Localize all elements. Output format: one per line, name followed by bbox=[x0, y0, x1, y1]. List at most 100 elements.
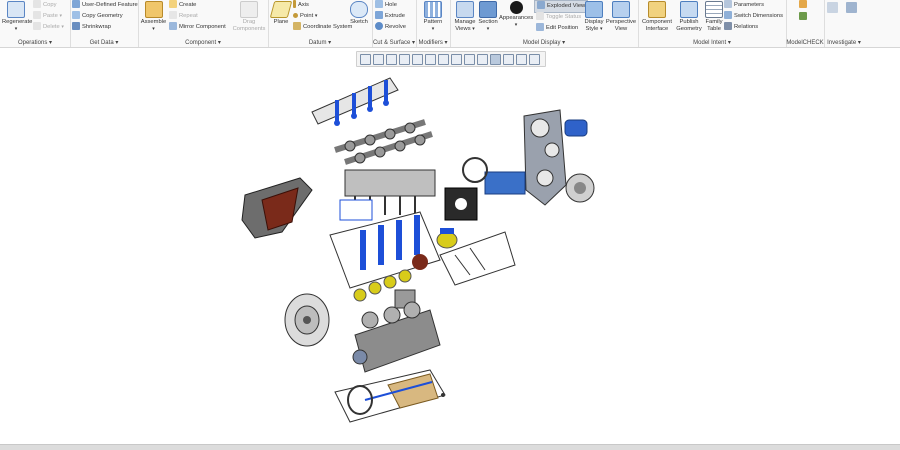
group-label-model-display[interactable]: Model Display ▾ bbox=[450, 39, 638, 46]
group-model-intent: Component Interface Publish Geometry Fam… bbox=[638, 0, 787, 47]
repeat-icon bbox=[169, 11, 177, 20]
modelcheck-run-button[interactable] bbox=[799, 0, 809, 11]
manage-views-icon bbox=[456, 1, 474, 18]
appearances-button[interactable]: Appearances ▾ bbox=[499, 1, 533, 29]
relations-button[interactable]: Relations bbox=[724, 22, 758, 33]
parameters-button[interactable]: Parameters bbox=[724, 0, 764, 11]
crankshaft bbox=[352, 301, 441, 373]
extrude-button[interactable]: Extrude bbox=[375, 11, 405, 22]
csys-icon bbox=[293, 22, 301, 31]
section-icon bbox=[479, 1, 497, 18]
status-bar bbox=[0, 444, 900, 450]
relations-icon bbox=[724, 22, 732, 31]
group-investigate: Investigate ▾ bbox=[824, 0, 864, 47]
hole-button[interactable]: Hole bbox=[375, 0, 397, 11]
flywheel bbox=[284, 293, 330, 347]
exhaust-manifold bbox=[436, 228, 516, 397]
group-label-component[interactable]: Component ▾ bbox=[138, 39, 268, 46]
revolve-icon bbox=[375, 22, 383, 31]
cylinder-head bbox=[329, 211, 441, 289]
create-icon bbox=[169, 0, 177, 9]
family-table-icon bbox=[705, 1, 723, 18]
copy-button[interactable]: Copy bbox=[33, 0, 57, 11]
group-datum: Plane Axis Point ▾ Coordinate System Ske… bbox=[268, 0, 373, 47]
modelcheck-regen-icon bbox=[799, 12, 807, 21]
display-style-icon bbox=[585, 1, 603, 18]
toggle-status-icon bbox=[536, 12, 544, 21]
delete-icon bbox=[33, 22, 41, 31]
drag-components-icon bbox=[240, 1, 258, 18]
drag-components-button[interactable]: Drag Components bbox=[232, 1, 266, 33]
sketch-button[interactable]: Sketch bbox=[348, 1, 370, 26]
group-modifiers: Pattern ▾ Modifiers ▾ bbox=[416, 0, 451, 47]
revolve-button[interactable]: Revolve bbox=[375, 22, 406, 33]
shrinkwrap-button[interactable]: Shrinkwrap bbox=[72, 22, 111, 33]
family-table-button[interactable]: Family Table bbox=[704, 1, 724, 33]
edit-position-icon bbox=[536, 23, 544, 32]
point-button[interactable]: Point ▾ bbox=[293, 11, 317, 22]
publish-geometry-button[interactable]: Publish Geometry bbox=[675, 1, 703, 33]
camshafts bbox=[334, 119, 433, 165]
copy-geometry-button[interactable]: Copy Geometry bbox=[72, 11, 123, 22]
modelcheck-run-icon bbox=[799, 0, 807, 9]
delete-button[interactable]: Delete ▾ bbox=[33, 22, 64, 33]
group-component: Assemble ▾ Create Repeat Mirror Component… bbox=[138, 0, 269, 47]
display-style-button[interactable]: Display Style ▾ bbox=[584, 1, 604, 33]
pattern-icon bbox=[424, 1, 442, 18]
axis-icon bbox=[293, 0, 296, 9]
component-interface-button[interactable]: Component Interface bbox=[640, 1, 674, 33]
switch-dimensions-button[interactable]: Switch Dimensions bbox=[724, 11, 783, 22]
modelcheck-regen-button[interactable] bbox=[799, 12, 809, 23]
parameters-icon bbox=[724, 0, 732, 9]
investigate-reference-button[interactable] bbox=[827, 2, 840, 13]
section-button[interactable]: Section ▾ bbox=[478, 1, 498, 33]
toggle-status-button[interactable]: Toggle Status bbox=[536, 12, 581, 23]
paste-icon bbox=[33, 11, 41, 20]
investigate-network-button[interactable] bbox=[846, 2, 859, 13]
group-label-cut-surface[interactable]: Cut & Surface ▾ bbox=[372, 39, 416, 46]
oil-pan bbox=[334, 369, 446, 423]
copy-geometry-icon bbox=[72, 11, 80, 20]
edit-position-button[interactable]: Edit Position bbox=[536, 23, 578, 34]
group-label-datum[interactable]: Datum ▾ bbox=[268, 39, 372, 46]
regenerate-icon bbox=[7, 1, 25, 18]
component-interface-icon bbox=[648, 1, 666, 18]
plane-button[interactable]: Plane bbox=[269, 1, 293, 26]
appearances-icon bbox=[509, 1, 523, 14]
csys-button[interactable]: Coordinate System bbox=[293, 22, 352, 33]
create-button[interactable]: Create bbox=[169, 0, 196, 11]
timing-drive bbox=[444, 109, 595, 221]
group-cut-surface: Hole Extrude Revolve Cut & Surface ▾ bbox=[372, 0, 417, 47]
network-icon bbox=[846, 2, 857, 13]
graphics-viewport[interactable] bbox=[0, 48, 900, 445]
switch-dimensions-icon bbox=[724, 11, 732, 20]
shrinkwrap-icon bbox=[72, 22, 80, 31]
group-label-modifiers[interactable]: Modifiers ▾ bbox=[416, 39, 450, 46]
exploded-view-icon bbox=[537, 1, 545, 10]
group-operations: Regenerate ▾ Copy Paste ▾ Delete ▾ Operat… bbox=[0, 0, 71, 47]
pattern-button[interactable]: Pattern ▾ bbox=[419, 1, 447, 33]
repeat-button[interactable]: Repeat bbox=[169, 11, 198, 22]
group-label-get-data[interactable]: Get Data ▾ bbox=[70, 39, 138, 46]
assemble-button[interactable]: Assemble ▾ bbox=[140, 1, 167, 33]
copy-icon bbox=[33, 0, 41, 9]
group-label-model-intent[interactable]: Model Intent ▾ bbox=[638, 39, 786, 46]
paste-button[interactable]: Paste ▾ bbox=[33, 11, 62, 22]
perspective-view-button[interactable]: Perspective View bbox=[605, 1, 637, 33]
sketch-icon bbox=[350, 1, 368, 18]
intake-manifold bbox=[241, 177, 313, 239]
regenerate-button[interactable]: Regenerate ▾ bbox=[2, 1, 32, 33]
plane-icon bbox=[269, 1, 293, 18]
group-label-investigate[interactable]: Investigate ▾ bbox=[824, 39, 864, 46]
mirror-component-button[interactable]: Mirror Component bbox=[169, 22, 226, 33]
point-icon bbox=[293, 12, 298, 18]
perspective-view-icon bbox=[612, 1, 630, 18]
extrude-icon bbox=[375, 11, 383, 20]
group-label-operations[interactable]: Operations ▾ bbox=[0, 39, 70, 46]
group-modelcheck: ModelCHECK bbox=[786, 0, 825, 47]
axis-button[interactable]: Axis bbox=[293, 0, 309, 11]
group-label-modelcheck: ModelCHECK bbox=[786, 40, 824, 46]
group-model-display: Manage Views ▾ Section ▾ Appearances ▾ Exp… bbox=[450, 0, 639, 47]
manage-views-button[interactable]: Manage Views ▾ bbox=[452, 1, 478, 33]
udf-button[interactable]: User-Defined Feature bbox=[72, 0, 138, 11]
